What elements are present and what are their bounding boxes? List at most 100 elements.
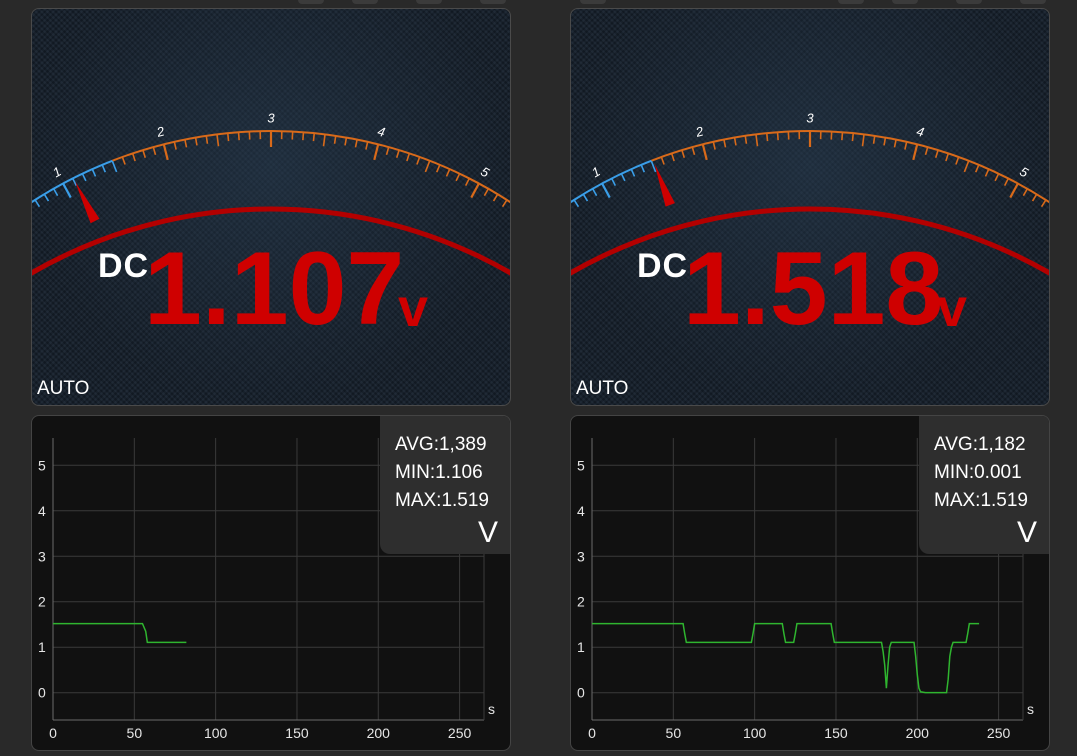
scale-tick (851, 133, 855, 142)
stats-unit: V (1016, 516, 1037, 549)
max-value: MAX:1.519 (934, 490, 1028, 511)
scale-tick (322, 134, 326, 147)
voltmeter-panel-2[interactable]: 0123456 DC 1.518 v AUTO (570, 8, 1050, 406)
scale-tick (841, 132, 844, 141)
scale-arc-low (571, 159, 652, 204)
scale-tick (464, 178, 470, 186)
scale-tick (173, 141, 177, 150)
y-tick-label: 3 (577, 548, 585, 564)
max-value: MAX:1.519 (395, 490, 489, 511)
scale-tick (205, 135, 209, 144)
scale-tick (395, 149, 400, 159)
scale-tick (620, 173, 626, 182)
range-mode-label[interactable]: AUTO (576, 378, 628, 400)
scale-tick (62, 182, 72, 199)
top-toolbar-stub (416, 0, 442, 4)
y-tick-label: 2 (577, 594, 585, 610)
scale-tick (670, 153, 675, 162)
voltage-unit: v (937, 278, 968, 338)
top-toolbar-stub (298, 0, 324, 4)
voltage-reading: 1.107 (144, 231, 405, 347)
scale-tick (445, 168, 451, 177)
gauge-needle (75, 181, 100, 224)
x-tick-label: 100 (204, 725, 228, 741)
min-value: MIN:0.001 (934, 462, 1022, 483)
mode-label: DC (98, 247, 150, 285)
scale-tick (630, 168, 636, 177)
y-tick-label: 2 (38, 594, 46, 610)
voltage-history-chart-2[interactable]: 0 50 100 150 200 250 0 1 2 3 4 5 s AVG:1,182 MIN:0.0… (570, 415, 1050, 751)
voltmeter-panel-1[interactable]: 0123456 DC 1.107 v AUTO (31, 8, 511, 406)
y-tick-label: 0 (38, 685, 46, 701)
scale-label: 4 (376, 123, 387, 139)
y-tick-label: 1 (577, 639, 585, 655)
scale-tick (226, 133, 230, 142)
stats-box: AVG:1,182 MIN:0.001 MAX:1.519 V (919, 416, 1049, 554)
scale-tick (611, 178, 617, 186)
avg-value: AVG:1,389 (395, 434, 487, 455)
scale-tick (1022, 188, 1029, 197)
voltage-reading: 1.518 (683, 231, 944, 347)
scale-label: 3 (806, 110, 814, 125)
scale-tick (492, 193, 499, 202)
scale-tick (994, 173, 1000, 182)
scale-tick (945, 153, 950, 162)
scale-tick (1003, 178, 1009, 186)
scale-tick (883, 137, 887, 146)
x-tick-label: 50 (666, 725, 682, 741)
range-mode-label[interactable]: AUTO (37, 378, 89, 400)
scale-tick (237, 132, 240, 141)
scale-tick (483, 188, 490, 197)
y-tick-label: 3 (38, 548, 46, 564)
scale-tick (385, 146, 390, 156)
scale-tick (435, 164, 441, 173)
top-toolbar-stub (956, 0, 982, 4)
x-tick-label: 150 (824, 725, 848, 741)
stats-unit: V (477, 516, 498, 549)
scale-tick (776, 132, 779, 141)
scale-tick (455, 173, 461, 182)
scale-tick (701, 144, 708, 161)
scale-tick (893, 139, 897, 148)
scale-tick (765, 133, 769, 142)
scale-label: 1 (589, 164, 602, 181)
voltage-history-chart-1[interactable]: 0 50 100 150 200 250 0 1 2 3 4 5 s AVG:1,389 MIN:1.1… (31, 415, 511, 751)
gauge-needle (654, 163, 675, 207)
scale-tick (81, 173, 87, 182)
scale-label: 2 (693, 123, 705, 140)
scale-tick (34, 199, 41, 208)
x-tick-label: 50 (127, 725, 143, 741)
scale-tick (43, 193, 50, 202)
y-tick-label: 5 (38, 457, 46, 473)
x-tick-label: 100 (743, 725, 767, 741)
scale-arc-high (650, 130, 1049, 204)
scale-tick (302, 132, 305, 141)
scale-tick (416, 156, 421, 165)
x-tick-label: 0 (49, 725, 57, 741)
scale-label: 4 (915, 123, 926, 139)
scale-tick (131, 153, 136, 162)
y-tick-label: 4 (38, 503, 46, 519)
mode-label: DC (637, 247, 689, 285)
scale-label: 5 (478, 164, 492, 181)
top-toolbar-stub (838, 0, 864, 4)
scale-tick (406, 153, 411, 162)
scale-tick (904, 141, 908, 150)
scale-tick (216, 134, 220, 147)
scale-tick (591, 188, 598, 197)
scale-tick (373, 144, 380, 161)
scale-tick (744, 135, 748, 144)
x-tick-label: 250 (987, 725, 1011, 741)
scale-tick (755, 134, 759, 147)
scale-tick (681, 149, 686, 159)
x-tick-label: 150 (285, 725, 309, 741)
scale-tick (1040, 199, 1047, 208)
min-value: MIN:1.106 (395, 462, 483, 483)
scale-tick (660, 156, 665, 165)
scale-tick (184, 139, 188, 148)
top-toolbar-stub (352, 0, 378, 4)
voltage-trace (53, 622, 187, 644)
y-tick-label: 1 (38, 639, 46, 655)
scale-tick (501, 199, 508, 208)
x-tick-label: 250 (448, 725, 472, 741)
